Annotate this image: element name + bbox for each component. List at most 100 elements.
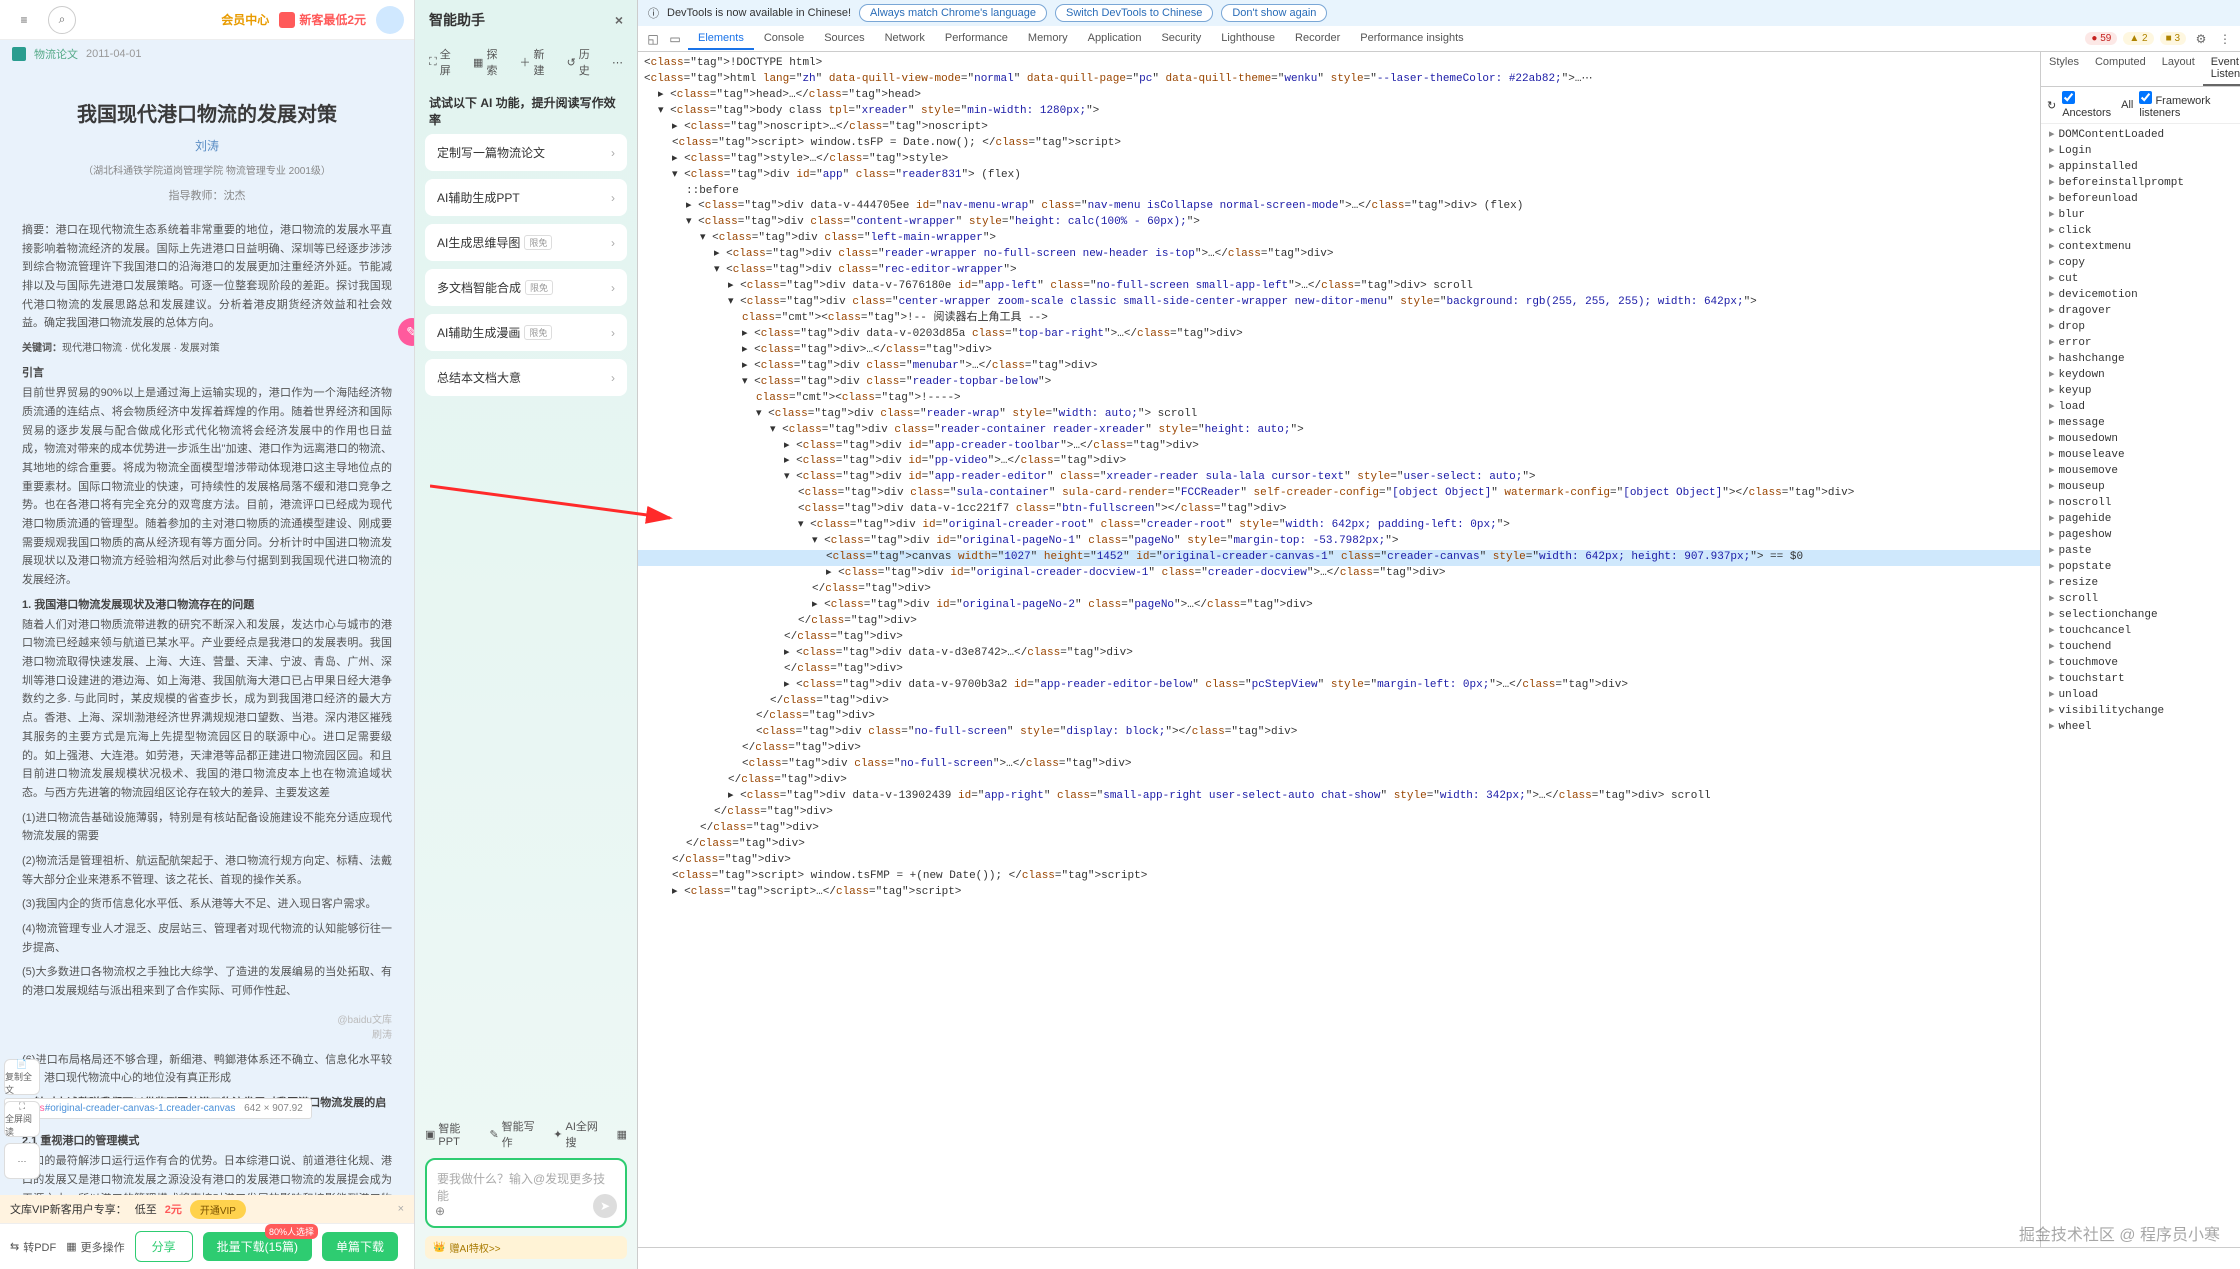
send-icon[interactable]: ➤ [593, 1194, 617, 1218]
close-icon[interactable]: × [615, 12, 623, 28]
event-listener-item[interactable]: message [2041, 414, 2240, 430]
dom-line[interactable]: </class="tag">div> [638, 582, 2040, 598]
dom-line[interactable]: ▾ <class="tag">div class="center-wrapper… [638, 295, 2040, 311]
dom-line[interactable]: ▾ <class="tag">div id="app-reader-editor… [638, 470, 2040, 486]
dom-line[interactable]: <class="tag">script> window.tsFP = Date.… [638, 136, 2040, 152]
elements-dom-tree[interactable]: <class="tag">!DOCTYPE html> <class="tag">… [638, 52, 2040, 1247]
dom-line[interactable]: <class="tag">!DOCTYPE html> [638, 56, 2040, 72]
event-listener-item[interactable]: touchend [2041, 638, 2240, 654]
event-listener-item[interactable]: blur [2041, 206, 2240, 222]
dom-line[interactable]: ▾ <class="tag">div id="original-creader-… [638, 518, 2040, 534]
dom-line[interactable]: </class="tag">div> [638, 773, 2040, 789]
error-badge[interactable]: ● 59 [2085, 32, 2117, 45]
warn-badge[interactable]: ▲ 2 [2123, 32, 2153, 45]
pill-dont-show[interactable]: Don't show again [1221, 4, 1327, 22]
close-icon[interactable]: × [398, 1203, 404, 1215]
refresh-icon[interactable]: ↻ [2047, 99, 2056, 112]
dom-line[interactable]: ▸ <class="tag">div id="original-creader-… [638, 566, 2040, 582]
dom-line[interactable]: ▸ <class="tag">div class="reader-wrapper… [638, 247, 2040, 263]
event-listener-item[interactable]: devicemotion [2041, 286, 2240, 302]
ai-card[interactable]: AI辅助生成漫画限免› [425, 314, 627, 351]
tool-new[interactable]: ＋ 新建 [520, 46, 553, 78]
ai-card[interactable]: AI辅助生成PPT› [425, 179, 627, 216]
event-listener-item[interactable]: error [2041, 334, 2240, 350]
ai-prompt-input[interactable]: 要我做什么？输入@发现更多技能 ⊕ ➤ [425, 1158, 627, 1228]
gear-icon[interactable]: ⚙ [2192, 30, 2210, 48]
dom-line[interactable]: </class="tag">div> [638, 709, 2040, 725]
event-listener-item[interactable]: touchcancel [2041, 622, 2240, 638]
dom-line[interactable]: <class="tag">div class="no-full-screen" … [638, 725, 2040, 741]
doc-tab[interactable]: 物流论文 2011-04-01 [0, 40, 414, 68]
event-listener-item[interactable]: mousemove [2041, 462, 2240, 478]
event-listener-item[interactable]: paste [2041, 542, 2240, 558]
tool-fullscreen[interactable]: ⛶ 全屏 [429, 46, 459, 78]
event-listener-item[interactable]: scroll [2041, 590, 2240, 606]
event-listener-item[interactable]: mouseleave [2041, 446, 2240, 462]
devtools-tab[interactable]: Recorder [1285, 28, 1350, 50]
dom-line[interactable]: </class="tag">div> [638, 821, 2040, 837]
dom-line[interactable]: ▸ <class="tag">noscript>…</class="tag">n… [638, 120, 2040, 136]
event-listener-item[interactable]: selectionchange [2041, 606, 2240, 622]
event-listener-item[interactable]: click [2041, 222, 2240, 238]
open-vip-button[interactable]: 开通VIP [190, 1200, 246, 1219]
dom-line[interactable]: </class="tag">div> [638, 853, 2040, 869]
ancestors-checkbox[interactable]: Ancestors [2062, 91, 2115, 119]
newbie-promo[interactable]: 新客最低2元 [279, 11, 366, 28]
scope-select[interactable]: All [2121, 99, 2133, 111]
event-listener-item[interactable]: keyup [2041, 382, 2240, 398]
dom-line[interactable]: </class="tag">div> [638, 614, 2040, 630]
event-listener-item[interactable]: contextmenu [2041, 238, 2240, 254]
tab-search[interactable]: ✦ AI全网搜 [553, 1118, 606, 1150]
event-listener-item[interactable]: mousedown [2041, 430, 2240, 446]
devtools-tab[interactable]: Application [1078, 28, 1152, 50]
tab-write[interactable]: ✎ 智能写作 [489, 1118, 543, 1150]
dom-line[interactable]: <class="tag">script> window.tsFMP = +(ne… [638, 869, 2040, 885]
dom-line[interactable]: ▸ <class="tag">div>…</class="tag">div> [638, 343, 2040, 359]
floating-action-button[interactable]: ✎ [398, 318, 414, 346]
dom-line[interactable]: </class="tag">div> [638, 630, 2040, 646]
devtools-tab[interactable]: Lighthouse [1211, 28, 1285, 50]
dom-line[interactable]: ▸ <class="tag">div data-v-13902439 id="a… [638, 789, 2040, 805]
ai-card[interactable]: 多文档智能合成限免› [425, 269, 627, 306]
ai-vip-strip[interactable]: 👑 赠AI特权>> [425, 1236, 627, 1259]
dom-line[interactable]: ▸ <class="tag">div data-v-444705ee id="n… [638, 199, 2040, 215]
tool-history[interactable]: ↺ 历史 [567, 46, 598, 78]
dom-line[interactable]: ▸ <class="tag">div data-v-d3e8742>…</cla… [638, 646, 2040, 662]
dom-line[interactable]: ▾ <class="tag">body class tpl="xreader" … [638, 104, 2040, 120]
dom-line[interactable]: ▸ <class="tag">div id="app-creader-toolb… [638, 439, 2040, 455]
tab-ppt[interactable]: ▣ 智能PPT [425, 1118, 479, 1150]
event-listener-item[interactable]: load [2041, 398, 2240, 414]
dom-line[interactable]: ▾ <class="tag">div id="app" class="reade… [638, 168, 2040, 184]
event-listener-item[interactable]: DOMContentLoaded [2041, 126, 2240, 142]
event-listener-item[interactable]: drop [2041, 318, 2240, 334]
dom-line[interactable]: ▾ <class="tag">div class="reader-wrap" s… [638, 407, 2040, 423]
dom-line[interactable]: <class="tag">canvas width="1027" height=… [638, 550, 2040, 566]
dom-line[interactable]: ▸ <class="tag">div id="pp-video">…</clas… [638, 454, 2040, 470]
dom-line[interactable]: ▾ <class="tag">div class="rec-editor-wra… [638, 263, 2040, 279]
pill-switch-cn[interactable]: Switch DevTools to Chinese [1055, 4, 1213, 22]
event-listener-item[interactable]: mouseup [2041, 478, 2240, 494]
ai-card[interactable]: 总结本文档大意› [425, 359, 627, 396]
side-tab[interactable]: Computed [2087, 52, 2154, 86]
ai-card[interactable]: AI生成思维导图限免› [425, 224, 627, 261]
share-button[interactable]: 分享 [135, 1231, 193, 1262]
dom-line[interactable]: ▾ <class="tag">div class="content-wrappe… [638, 215, 2040, 231]
side-tab[interactable]: Event Listeners [2203, 52, 2240, 86]
dom-line[interactable]: class="cmt"><class="tag">!----> [638, 391, 2040, 407]
dom-line[interactable]: class="cmt"><class="tag">!-- 阅读器右上角工具 --… [638, 311, 2040, 327]
event-listener-item[interactable]: pagehide [2041, 510, 2240, 526]
doc-body[interactable]: 我国现代港口物流的发展对策 刘涛 （湖北科通铁学院道岗管理学院 物流管理专业 2… [0, 68, 414, 1195]
dom-line[interactable]: ::before [638, 184, 2040, 200]
dom-line[interactable]: ▾ <class="tag">div id="original-pageNo-1… [638, 534, 2040, 550]
issues-badge[interactable]: ■ 3 [2160, 32, 2186, 45]
event-listener-item[interactable]: dragover [2041, 302, 2240, 318]
devtools-tab[interactable]: Network [875, 28, 935, 50]
side-tab[interactable]: Layout [2154, 52, 2203, 86]
ai-card[interactable]: 定制写一篇物流论文› [425, 134, 627, 171]
event-listener-item[interactable]: wheel [2041, 718, 2240, 734]
dom-line[interactable]: ▸ <class="tag">div data-v-9700b3a2 id="a… [638, 678, 2040, 694]
batch-download-button[interactable]: 批量下载(15篇)80%人选择 [203, 1232, 312, 1261]
dom-line[interactable]: </class="tag">div> [638, 741, 2040, 757]
event-listeners-list[interactable]: DOMContentLoadedLoginappinstalledbeforei… [2041, 124, 2240, 1247]
dom-line[interactable]: </class="tag">div> [638, 694, 2040, 710]
